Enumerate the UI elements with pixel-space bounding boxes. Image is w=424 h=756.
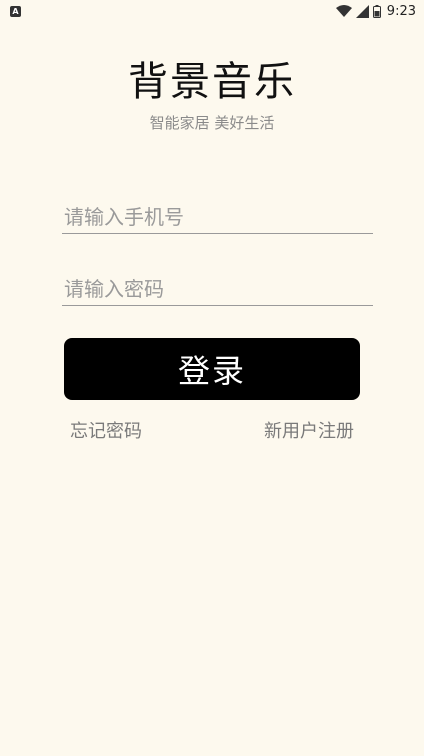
status-bar: A 9:23 xyxy=(0,0,424,22)
app-notification-icon: A xyxy=(10,5,21,17)
status-left: A xyxy=(10,5,21,17)
status-right: 9:23 xyxy=(335,3,416,19)
wifi-icon xyxy=(335,4,352,17)
phone-input[interactable] xyxy=(62,200,373,234)
battery-icon xyxy=(372,4,381,18)
app-title: 背景音乐 xyxy=(128,59,296,105)
status-time: 9:23 xyxy=(386,3,416,19)
register-link[interactable]: 新用户注册 xyxy=(264,420,354,444)
app-subtitle: 智能家居 美好生活 xyxy=(149,114,275,132)
login-button[interactable]: 登录 xyxy=(64,338,360,400)
cell-signal-icon xyxy=(355,4,369,18)
password-input[interactable] xyxy=(62,272,373,306)
forgot-password-link[interactable]: 忘记密码 xyxy=(70,420,142,444)
